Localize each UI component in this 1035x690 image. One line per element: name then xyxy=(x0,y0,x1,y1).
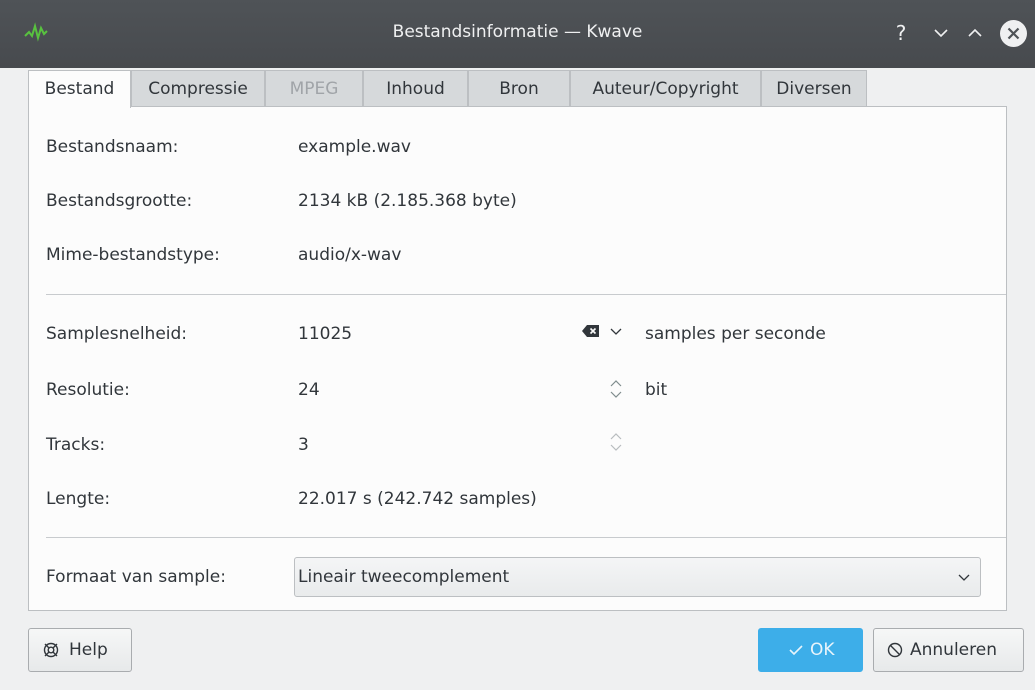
mime-type-label: Mime-bestandstype: xyxy=(46,245,220,265)
minimize-button[interactable] xyxy=(928,20,954,46)
tab-panel-bestand xyxy=(28,106,1007,611)
resolution-spinbox[interactable]: 24 xyxy=(298,380,320,400)
spinner-arrows-icon[interactable] xyxy=(609,432,623,452)
clear-text-icon[interactable] xyxy=(582,324,600,338)
help-button[interactable]: Help xyxy=(28,628,132,672)
separator xyxy=(46,537,1006,538)
sample-format-dropdown[interactable]: Lineair tweecomplement xyxy=(294,557,981,597)
chevron-down-icon[interactable] xyxy=(609,324,623,338)
tab-diversen[interactable]: Diversen xyxy=(761,70,867,106)
chevron-down-icon xyxy=(934,29,948,38)
separator xyxy=(46,294,1006,295)
chevron-down-icon xyxy=(958,574,970,581)
close-button[interactable] xyxy=(1000,20,1027,47)
cancel-button[interactable]: Annuleren xyxy=(873,628,1024,672)
resolution-unit: bit xyxy=(645,380,668,400)
title-bar[interactable]: Bestandsinformatie — Kwave ? xyxy=(0,0,1035,68)
ok-button-label: OK xyxy=(810,640,835,660)
sample-format-selected: Lineair tweecomplement xyxy=(298,567,510,587)
tab-inhoud[interactable]: Inhoud xyxy=(363,70,468,106)
file-size-value: 2134 kB (2.185.368 byte) xyxy=(298,191,517,211)
sample-format-label: Formaat van sample: xyxy=(46,567,226,587)
tracks-label: Tracks: xyxy=(46,435,106,455)
window-title: Bestandsinformatie — Kwave xyxy=(392,22,643,42)
resolution-label: Resolutie: xyxy=(46,380,130,400)
help-button-label: Help xyxy=(69,640,108,660)
sample-rate-input[interactable]: 11025 xyxy=(298,324,352,344)
cancel-button-label: Annuleren xyxy=(910,640,997,660)
tab-auteur-copyright[interactable]: Auteur/Copyright xyxy=(570,70,761,106)
sample-rate-unit: samples per seconde xyxy=(645,324,826,344)
length-label: Lengte: xyxy=(46,489,111,509)
check-icon xyxy=(789,645,803,656)
close-icon xyxy=(1007,27,1020,40)
file-name-label: Bestandsnaam: xyxy=(46,137,179,157)
tab-bestand[interactable]: Bestand xyxy=(28,70,131,108)
file-size-label: Bestandsgrootte: xyxy=(46,191,193,211)
context-help-button[interactable]: ? xyxy=(888,20,914,46)
sample-rate-label: Samplesnelheid: xyxy=(46,324,188,344)
file-name-value: example.wav xyxy=(298,137,411,157)
tab-bron[interactable]: Bron xyxy=(468,70,570,106)
tab-compressie[interactable]: Compressie xyxy=(131,70,265,106)
tracks-spinbox[interactable]: 3 xyxy=(298,435,309,455)
mime-type-value: audio/x-wav xyxy=(298,245,402,265)
chevron-up-icon xyxy=(968,28,982,37)
tab-mpeg: MPEG xyxy=(265,70,363,106)
maximize-button[interactable] xyxy=(962,20,988,46)
length-value: 22.017 s (242.742 samples) xyxy=(298,489,537,509)
lifebuoy-icon xyxy=(43,642,59,658)
spinner-arrows-icon[interactable] xyxy=(609,379,623,399)
ok-button[interactable]: OK xyxy=(758,628,863,672)
cancel-circle-icon xyxy=(887,642,903,658)
